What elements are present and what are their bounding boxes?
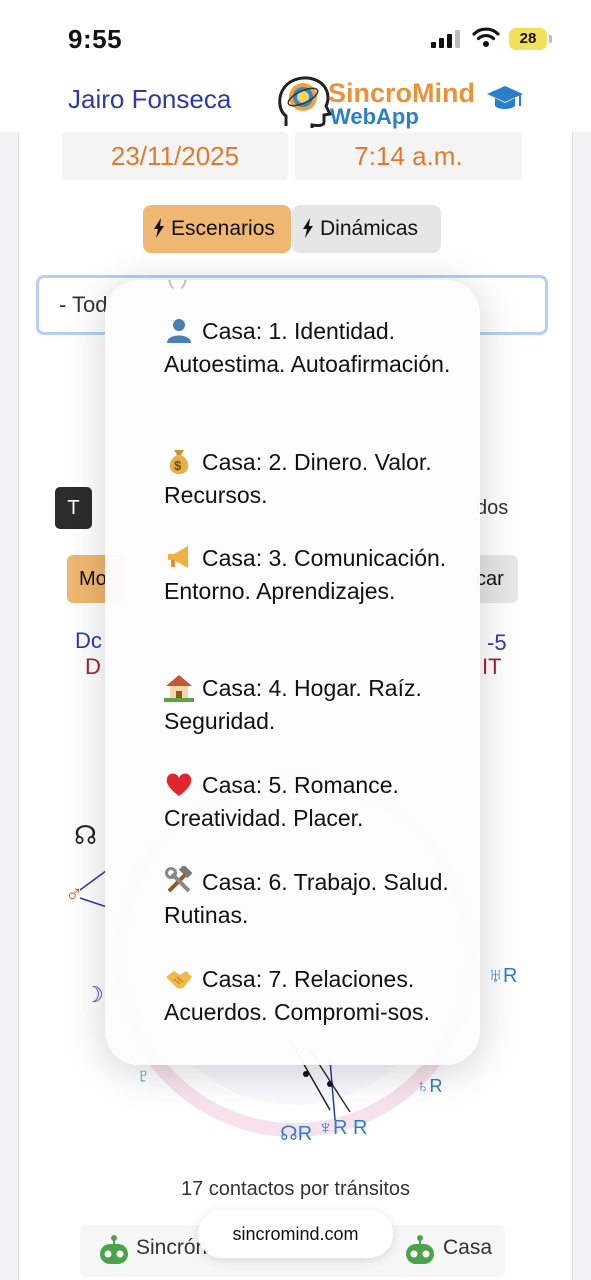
option-casa-7[interactable]: Casa: 7. Relaciones. Acuerdos. Compromi-… [164,963,454,1029]
option-casa-5[interactable]: Casa: 5. Romance. Creatividad. Placer. [164,769,454,835]
option-label: Casa: 3. Comunicación. Entorno. Aprendiz… [164,545,447,604]
hammer-wrench-icon [165,866,193,893]
partial-text-it: IT [482,654,502,679]
option-label: Casa: 5. Romance. Creatividad. Placer. [164,772,399,831]
uranus-glyph-icon: ♅R [488,965,517,987]
contacts-count: 17 contactos por tránsitos [180,1178,410,1200]
option-casa-6[interactable]: Casa: 6. Trabajo. Salud. Rutinas. [164,866,454,932]
lightning-bolt-icon [154,218,164,238]
wifi-icon [472,27,500,47]
moon-glyph-icon: ☽ [84,982,104,1007]
app-header: Jairo Fonseca SincroMind WebApp [0,70,591,132]
pluto-glyph-icon: ♇ [136,1065,151,1087]
person-silhouette-icon [167,319,191,343]
money-bag-icon: $ [169,450,189,474]
time-field[interactable]: 7:14 a.m. [295,132,522,180]
sincronicidad-button[interactable]: Sincrón [136,1236,207,1260]
partial-label-dos: dos [476,497,509,519]
option-label: Casa: 6. Trabajo. Salud. Rutinas. [164,869,449,928]
partial-text-dc: Dc [75,628,102,653]
option-label: Casa: 4. Hogar. Raíz. Seguridad. [164,675,422,734]
option-casa-3[interactable]: Casa: 3. Comunicación. Entorno. Aprendiz… [164,542,454,608]
tab-label: Escenarios [171,217,275,240]
status-bar: 9:55 28 [0,0,591,70]
date-field[interactable]: 23/11/2025 [62,132,288,180]
casa-button[interactable]: Casa [443,1236,492,1260]
moon-node-glyph-icon: ☊ [74,820,97,850]
partial-text-minus5: -5 [487,630,507,655]
red-heart-icon [166,773,192,796]
cellular-signal-icon [431,30,461,48]
megaphone-icon [168,546,188,568]
neptune-glyph-icon: ♆R R [318,1117,367,1139]
tab-escenarios[interactable]: Escenarios [143,205,291,253]
robot-icon [406,1235,434,1264]
graduation-cap-icon[interactable] [485,82,525,114]
saturn-glyph-icon: ♄R [416,1076,443,1096]
cutoff-option: ( ) [167,280,188,290]
tab-label: Dinámicas [320,217,419,240]
handshake-icon [166,971,192,989]
option-label: Casa: 2. Dinero. Valor. Recursos. [164,449,432,508]
mars-glyph-icon: ♂ [65,881,83,908]
dropdown-menu: ( ) Casa: 1. Identidad. Autoestima. Auto… [105,280,480,1065]
user-name[interactable]: Jairo Fonseca [68,84,231,115]
partial-text-d: D [85,654,101,679]
t-button[interactable]: T [55,487,92,529]
robot-icon [100,1235,128,1264]
battery-icon: 28 [509,28,552,50]
url-bar[interactable]: sincromind.com [198,1210,393,1258]
option-label: Casa: 1. Identidad. Autoestima. Autoafir… [164,318,451,377]
svg-text:$: $ [174,458,182,473]
lightning-bolt-icon [303,218,313,238]
option-casa-1[interactable]: Casa: 1. Identidad. Autoestima. Autoafir… [164,315,454,381]
tab-dinamicas[interactable]: Dinámicas [292,205,441,253]
option-label: Casa: 7. Relaciones. Acuerdos. Compromi-… [164,966,430,1025]
head-galaxy-logo-icon [278,76,333,128]
option-casa-4[interactable]: Casa: 4. Hogar. Raíz. Seguridad. [164,672,454,738]
option-casa-2[interactable]: $ Casa: 2. Dinero. Valor. Recursos. [164,446,454,512]
status-time: 9:55 [68,24,123,54]
node-glyph-icon: ☊R [280,1123,312,1145]
house-garden-icon [164,675,194,702]
brand-subtitle: WebApp [330,104,419,129]
